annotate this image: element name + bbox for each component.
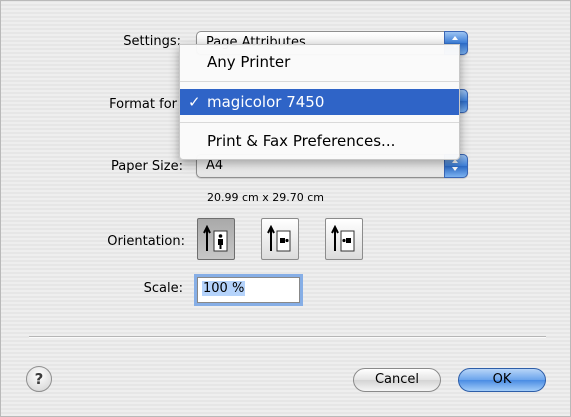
ok-button[interactable]: OK xyxy=(458,368,546,392)
divider xyxy=(29,336,546,338)
menu-separator xyxy=(180,122,459,123)
scale-input[interactable]: 100 % xyxy=(197,277,300,303)
scale-value: 100 % xyxy=(202,281,246,296)
help-button[interactable]: ? xyxy=(26,366,52,392)
menu-item-label: Print & Fax Preferences... xyxy=(207,132,396,150)
scale-label: Scale: xyxy=(143,281,183,296)
landscape-left-orientation-icon xyxy=(267,225,291,252)
menu-separator xyxy=(180,81,459,82)
format-for-menu: Any Printer ✓ magicolor 7450 Print & Fax… xyxy=(179,44,460,160)
menu-item-label: Any Printer xyxy=(207,53,291,71)
menu-item-any-printer[interactable]: Any Printer xyxy=(180,49,459,75)
page-setup-sheet: Settings: Page Attributes Format for Pap… xyxy=(0,0,571,417)
paper-size-label: Paper Size: xyxy=(110,159,183,174)
portrait-orientation-icon xyxy=(203,225,228,252)
landscape-left-orientation-button[interactable] xyxy=(261,218,299,260)
format-for-label: Format for xyxy=(109,97,177,112)
menu-item-magicolor-7450[interactable]: ✓ magicolor 7450 xyxy=(180,89,459,115)
orientation-label: Orientation: xyxy=(107,234,185,249)
paper-dimensions: 20.99 cm x 29.70 cm xyxy=(207,191,325,204)
settings-label: Settings: xyxy=(123,34,181,49)
checkmark-icon: ✓ xyxy=(188,93,201,111)
landscape-right-orientation-icon xyxy=(331,225,355,252)
cancel-button[interactable]: Cancel xyxy=(353,368,441,392)
landscape-right-orientation-button[interactable] xyxy=(325,218,363,260)
menu-item-print-fax-preferences[interactable]: Print & Fax Preferences... xyxy=(180,128,459,154)
menu-item-label: magicolor 7450 xyxy=(207,93,325,111)
portrait-orientation-button[interactable] xyxy=(197,218,235,260)
paper-size-value: A4 xyxy=(206,158,224,173)
